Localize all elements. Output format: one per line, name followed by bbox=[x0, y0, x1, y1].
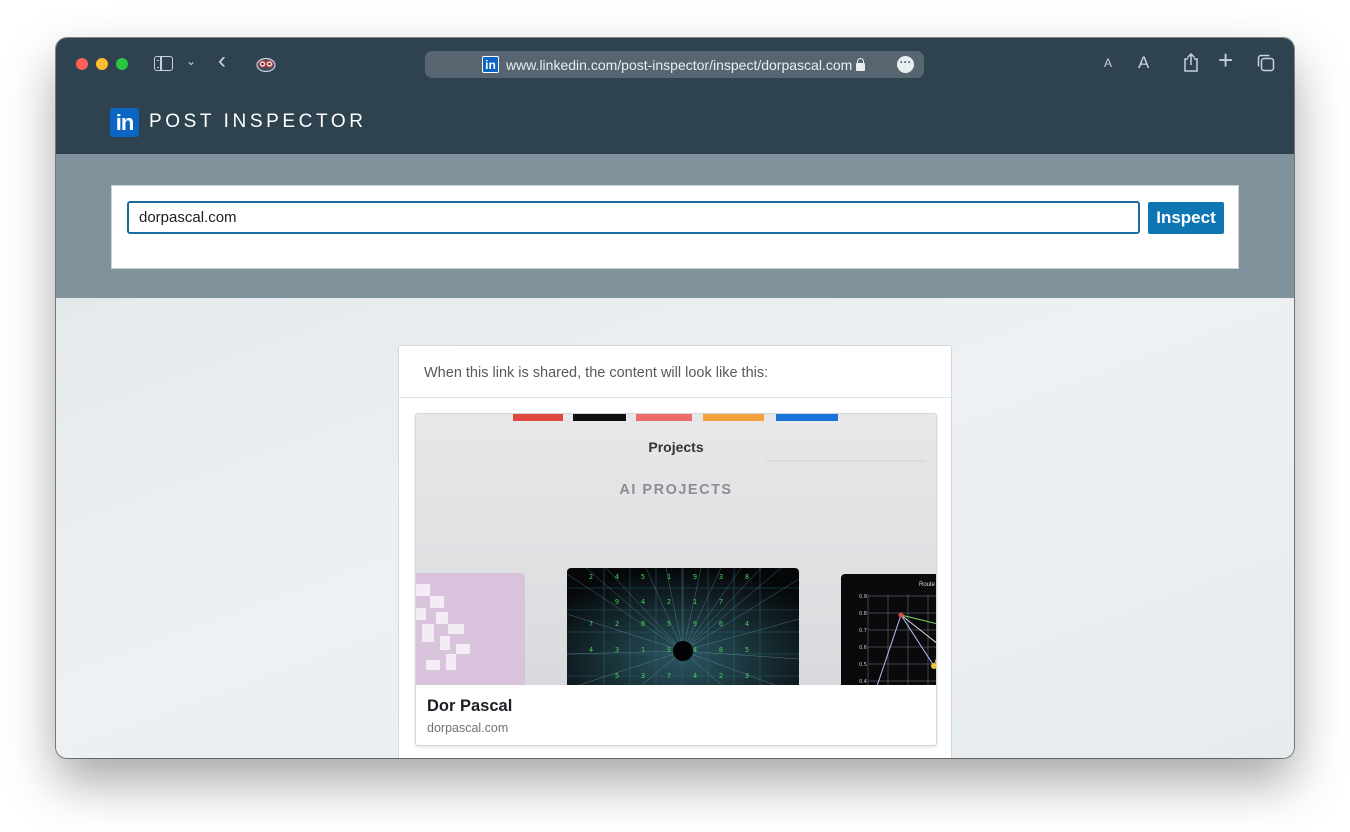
preview-title[interactable]: Dor Pascal bbox=[427, 697, 512, 716]
image-heading: Projects bbox=[648, 439, 703, 455]
page-title: POST INSPECTOR bbox=[149, 111, 367, 132]
route-chart-thumbnail: Route 0.9 0.8 0.7 0.6 0.5 0.4 bbox=[841, 574, 936, 685]
route-chart-tick: 0.8 bbox=[859, 611, 867, 617]
preview-image-graphic: Projects AI PROJECTS 2 4 5 1 9 3 89 4 2 … bbox=[416, 414, 936, 685]
grid-number: 4 bbox=[615, 573, 619, 581]
new-tab-icon[interactable]: + bbox=[1218, 47, 1233, 73]
zoom-window-button[interactable] bbox=[116, 58, 128, 70]
grid-number: 7 bbox=[719, 598, 723, 606]
grid-number: 1 bbox=[667, 573, 671, 581]
browser-window: ⌄ ‹ in www.linkedin.com/post-inspector/i… bbox=[56, 38, 1294, 758]
route-chart-tick: 0.9 bbox=[859, 594, 867, 600]
grid-number: 9 bbox=[667, 646, 671, 654]
extension-icon[interactable] bbox=[256, 56, 276, 72]
close-window-button[interactable] bbox=[76, 58, 88, 70]
decrease-text-size-button[interactable]: A bbox=[1104, 56, 1112, 70]
preview-caption: When this link is shared, the content wi… bbox=[424, 365, 769, 381]
search-card: Inspect bbox=[111, 185, 1239, 269]
main-content: When this link is shared, the content wi… bbox=[56, 298, 1294, 758]
grid-number: 9 bbox=[615, 598, 619, 606]
share-icon[interactable] bbox=[1183, 53, 1199, 72]
route-chart-tick: 0.6 bbox=[859, 645, 867, 651]
grid-number: 7 bbox=[589, 620, 593, 628]
grid-number: 4 bbox=[693, 646, 697, 654]
sidebar-toggle-icon[interactable] bbox=[154, 56, 173, 71]
pixel-art-thumbnail bbox=[416, 573, 525, 685]
tab-overview-icon[interactable] bbox=[1257, 54, 1275, 72]
grid-number: 4 bbox=[641, 598, 645, 606]
grid-number: 7 bbox=[667, 672, 671, 680]
address-url[interactable]: www.linkedin.com/post-inspector/inspect/… bbox=[506, 57, 852, 73]
grid-number: 6 bbox=[719, 620, 723, 628]
grid-game-thumbnail: 2 4 5 1 9 3 8 9 4 2 1 7 7 2 8 5 9 6 4 4 3 1 9 4 8 5 5 3 7 4 2 3 bbox=[566, 567, 800, 685]
grid-number: 8 bbox=[745, 573, 749, 581]
route-chart-tick: 0.5 bbox=[859, 662, 867, 668]
grid-number: 9 bbox=[693, 573, 697, 581]
increase-text-size-button[interactable]: A bbox=[1138, 53, 1149, 73]
chevron-down-icon[interactable]: ⌄ bbox=[186, 54, 196, 68]
back-arrow-icon[interactable]: ‹ bbox=[218, 49, 226, 73]
divider bbox=[399, 397, 951, 398]
preview-domain: dorpascal.com bbox=[427, 721, 509, 735]
grid-number: 1 bbox=[641, 646, 645, 654]
grid-number: 2 bbox=[667, 598, 671, 606]
grid-number: 3 bbox=[641, 672, 645, 680]
url-input[interactable] bbox=[127, 201, 1140, 234]
link-preview-card[interactable]: Projects AI PROJECTS 2 4 5 1 9 3 8 9 4 2… bbox=[415, 413, 937, 746]
grid-number: 2 bbox=[719, 672, 723, 680]
preview-panel: When this link is shared, the content wi… bbox=[398, 345, 952, 758]
grid-number: 5 bbox=[667, 620, 671, 628]
grid-number: 3 bbox=[745, 672, 749, 680]
grid-number: 9 bbox=[693, 620, 697, 628]
linkedin-logo[interactable]: in bbox=[110, 108, 139, 137]
grid-number: 5 bbox=[745, 646, 749, 654]
grid-number: 5 bbox=[641, 573, 645, 581]
route-chart-title: Route bbox=[919, 582, 936, 588]
grid-number: 5 bbox=[615, 672, 619, 680]
more-options-icon[interactable]: ··· bbox=[897, 56, 914, 73]
grid-number: 3 bbox=[719, 573, 723, 581]
grid-number: 1 bbox=[693, 598, 697, 606]
grid-number: 2 bbox=[615, 620, 619, 628]
inspect-button[interactable]: Inspect bbox=[1148, 202, 1224, 234]
browser-titlebar: ⌄ ‹ in www.linkedin.com/post-inspector/i… bbox=[56, 38, 1294, 90]
image-subheading: AI PROJECTS bbox=[619, 482, 732, 498]
grid-number: 4 bbox=[693, 672, 697, 680]
grid-number: 8 bbox=[641, 620, 645, 628]
preview-image[interactable]: Projects AI PROJECTS 2 4 5 1 9 3 8 9 4 2… bbox=[416, 414, 936, 685]
grid-number: 4 bbox=[745, 620, 749, 628]
route-chart-tick: 0.7 bbox=[859, 628, 867, 634]
address-bar[interactable]: in www.linkedin.com/post-inspector/inspe… bbox=[425, 51, 924, 78]
grid-number: 3 bbox=[615, 646, 619, 654]
linkedin-favicon-icon: in bbox=[482, 56, 499, 73]
app-header: in POST INSPECTOR bbox=[56, 90, 1294, 154]
search-section: Inspect bbox=[56, 154, 1294, 298]
lock-icon bbox=[855, 58, 865, 71]
grid-number: 2 bbox=[589, 573, 593, 581]
minimize-window-button[interactable] bbox=[96, 58, 108, 70]
grid-number: 4 bbox=[589, 646, 593, 654]
route-chart-tick: 0.4 bbox=[859, 679, 867, 685]
grid-number: 8 bbox=[719, 646, 723, 654]
